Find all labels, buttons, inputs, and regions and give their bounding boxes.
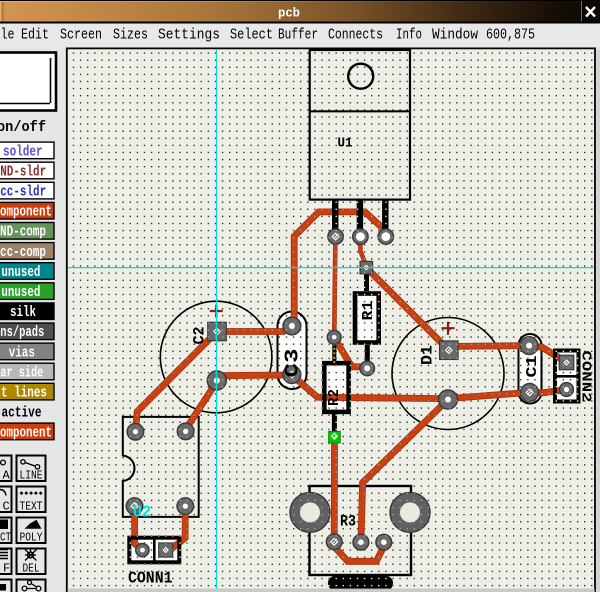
svg-text:CONN1: CONN1 [128, 568, 173, 587]
svg-text:silk: silk [10, 304, 36, 321]
svg-text:omponent: omponent [0, 424, 52, 441]
svg-text:R1: R1 [360, 301, 377, 321]
svg-text:TEXT: TEXT [20, 500, 43, 514]
svg-text:le: le [1, 27, 15, 44]
svg-text:unused: unused [1, 284, 40, 301]
svg-text:Buffer: Buffer [278, 27, 318, 44]
svg-text:U1: U1 [338, 136, 353, 152]
svg-text:C2: C2 [191, 327, 209, 345]
svg-text:C: C [3, 500, 10, 514]
svg-text:LINE: LINE [20, 469, 43, 483]
svg-text:POLY: POLY [20, 531, 43, 545]
svg-text:C1: C1 [524, 356, 541, 378]
svg-text:CONN2: CONN2 [578, 351, 594, 403]
svg-text:R3: R3 [340, 513, 356, 531]
svg-text:Info: Info [396, 27, 422, 44]
svg-text:ND-comp: ND-comp [0, 224, 46, 241]
svg-text:DEL: DEL [23, 562, 40, 576]
svg-text:Screen: Screen [60, 27, 102, 44]
svg-text:t lines: t lines [1, 385, 47, 402]
svg-text:on/off: on/off [0, 119, 46, 136]
svg-text:Edit: Edit [21, 27, 49, 44]
svg-text:cc-comp: cc-comp [0, 244, 46, 261]
svg-text:ND-sldr: ND-sldr [0, 163, 46, 180]
svg-text:cc-sldr: cc-sldr [0, 184, 46, 201]
svg-text:Window: Window [432, 27, 478, 44]
svg-text:omponent: omponent [0, 204, 52, 221]
svg-text:C3: C3 [282, 349, 304, 378]
svg-text:Settings: Settings [158, 27, 220, 44]
svg-text:D1: D1 [419, 345, 437, 365]
svg-text:unused: unused [1, 264, 40, 281]
svg-text:ar side: ar side [0, 364, 43, 381]
svg-text:solder: solder [3, 143, 43, 160]
svg-text:Connects: Connects [328, 27, 383, 44]
svg-text:Sizes: Sizes [113, 27, 148, 44]
svg-text:600,875: 600,875 [486, 27, 535, 44]
svg-text:CT: CT [0, 531, 11, 545]
svg-text:R2: R2 [326, 389, 343, 406]
svg-text:A: A [3, 469, 11, 483]
svg-text:ns/pads: ns/pads [0, 324, 44, 341]
svg-text:pcb: pcb [278, 6, 300, 21]
svg-text:Select: Select [230, 27, 273, 44]
svg-text:vias: vias [9, 344, 35, 361]
svg-text:F: F [3, 562, 10, 576]
svg-text:active: active [2, 405, 42, 422]
svg-text:U2: U2 [133, 502, 152, 521]
